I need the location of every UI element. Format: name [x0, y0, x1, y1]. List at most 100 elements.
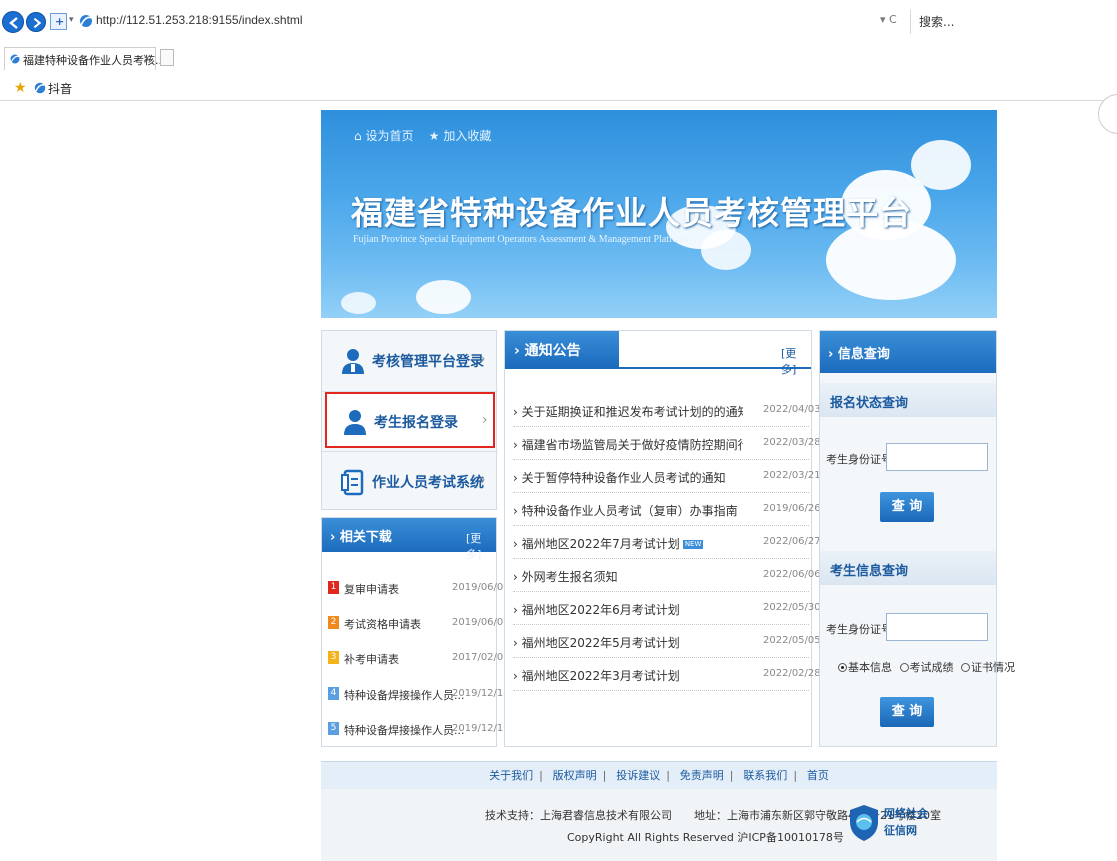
- downloads-title: › 相关下载: [330, 530, 392, 545]
- arrow-right-icon: [33, 17, 42, 29]
- home-icon: ⌂: [354, 129, 362, 143]
- query-panel: › 信息查询 报名状态查询 考生身份证号： 查 询 考生信息查询 考生身份证号：…: [819, 330, 1015, 747]
- notice-item[interactable]: › 福州地区2022年3月考试计划 2022/02/28: [513, 659, 821, 691]
- exam-system-link[interactable]: 作业人员考试系统 ›: [322, 452, 498, 510]
- notices-panel: › 通知公告 [更多] › 关于延期换证和推迟发布考试计划的的通知 2022/0…: [504, 330, 821, 747]
- separator: |: [539, 769, 543, 782]
- notice-date: 2022/02/28: [763, 668, 821, 679]
- footer-info: 技术支持：上海君睿信息技术有限公司 地址：上海市浦东新区郭守敬路498号21号楼…: [321, 789, 997, 861]
- download-date: 2019/12/10: [452, 723, 510, 734]
- notice-date: 2022/06/06: [763, 569, 821, 580]
- footer-link-contact[interactable]: 联系我们: [743, 769, 787, 782]
- ie-logo-icon: [80, 15, 93, 27]
- radio-certificate[interactable]: 证书情况: [961, 661, 1015, 674]
- notice-item[interactable]: › 外网考生报名须知 2022/06/06: [513, 560, 821, 592]
- notice-title: › 福建省市场监管局关于做好疫情防控期间行政许可...: [513, 436, 743, 453]
- status-id-input[interactable]: [886, 443, 988, 471]
- info-query-title: 考生信息查询: [830, 564, 909, 579]
- document-icon: [341, 469, 364, 496]
- footer-link-about[interactable]: 关于我们: [489, 769, 533, 782]
- badge-line: 网络社会: [884, 807, 928, 820]
- chevron-down-icon[interactable]: ▾: [69, 15, 74, 25]
- list-item[interactable]: 1 复审申请表 2019/06/03: [328, 578, 510, 598]
- ie-logo-icon: [34, 82, 46, 94]
- candidate-login-link[interactable]: 考生报名登录 ›: [325, 392, 495, 448]
- rank-badge: 4: [328, 687, 339, 700]
- user-icon: [342, 349, 364, 374]
- notice-item[interactable]: › 福州地区2022年5月考试计划 2022/05/05: [513, 626, 821, 658]
- list-item[interactable]: 2 考试资格申请表 2019/06/03: [328, 613, 510, 633]
- browser-tab[interactable]: 福建特种设备作业人员考核... ×: [4, 47, 166, 70]
- star-icon[interactable]: ★: [14, 80, 27, 96]
- url-input[interactable]: http://112.51.253.218:9155/index.shtml: [96, 13, 303, 27]
- list-item[interactable]: 3 补考申请表 2017/02/09: [328, 648, 510, 668]
- login-label: 考生报名登录: [374, 415, 458, 431]
- status-query-button[interactable]: 查 询: [880, 492, 934, 522]
- notice-title: › 福州地区2022年7月考试计划 NEW: [513, 537, 704, 551]
- close-icon[interactable]: ×: [142, 51, 152, 65]
- notice-item[interactable]: › 福州地区2022年7月考试计划 NEW 2022/06/27: [513, 527, 821, 559]
- status-query-title: 报名状态查询: [830, 396, 909, 411]
- radio-basic[interactable]: 基本信息: [838, 661, 892, 674]
- radio-dot: [838, 663, 847, 672]
- footer-link-disclaimer[interactable]: 免责声明: [680, 769, 724, 782]
- separator: |: [793, 769, 798, 782]
- footer-link-feedback[interactable]: 投诉建议: [616, 769, 660, 782]
- download-date: 2017/02/09: [452, 652, 510, 663]
- list-item[interactable]: 4 特种设备焊接操作人员... 2019/12/10: [328, 684, 510, 704]
- footer-link-home[interactable]: 首页: [807, 769, 829, 782]
- badge-line: 征信网: [884, 824, 917, 837]
- info-query-button[interactable]: 查 询: [880, 697, 934, 727]
- info-type-radios: 基本信息 考试成绩 证书情况: [838, 659, 1015, 675]
- notice-text: 外网考生报名须知: [521, 570, 618, 584]
- info-id-input[interactable]: [886, 613, 988, 641]
- notice-text: 特种设备作业人员考试（复审）办事指南: [521, 504, 738, 518]
- favorite-link[interactable]: 抖音: [48, 80, 72, 97]
- chevron-right-icon: ›: [482, 412, 488, 428]
- notice-item[interactable]: › 特种设备作业人员考试（复审）办事指南 2019/06/26: [513, 494, 821, 526]
- star-icon: ★: [428, 129, 440, 143]
- forward-button[interactable]: [26, 12, 46, 32]
- radio-score[interactable]: 考试成绩: [899, 661, 954, 674]
- list-item[interactable]: 5 特种设备焊接操作人员... 2019/12/10: [328, 719, 510, 739]
- notice-text: 关于暂停特种设备作业人员考试的通知: [521, 471, 726, 485]
- notice-date: 2022/05/30: [763, 602, 821, 613]
- radio-dot: [961, 663, 970, 672]
- notice-item[interactable]: › 福州地区2022年6月考试计划 2022/05/30: [513, 593, 821, 625]
- query-title-text: 信息查询: [837, 347, 890, 362]
- copyright-text: CopyRight All Rights Reserved 沪ICP备10010…: [567, 831, 844, 844]
- radio-label: 基本信息: [848, 661, 892, 674]
- chevron-right-icon: ›: [480, 472, 486, 488]
- refresh-button[interactable]: ▾ C: [880, 13, 897, 26]
- new-tab-button[interactable]: [160, 49, 174, 66]
- notice-text: 福建省市场监管局关于做好疫情防控期间行政许可...: [521, 438, 743, 452]
- notice-title: › 外网考生报名须知: [513, 570, 618, 584]
- notice-text: 福州地区2022年3月考试计划: [521, 669, 680, 683]
- set-home-link[interactable]: 设为首页: [365, 129, 413, 143]
- notices-more-link[interactable]: [更多]: [781, 345, 811, 377]
- rank-badge: 5: [328, 722, 339, 735]
- notices-title-text: 通知公告: [524, 343, 581, 359]
- downloads-more-link[interactable]: [更多]: [466, 530, 496, 562]
- shield-icon[interactable]: [847, 803, 881, 843]
- notices-title: › 通知公告: [514, 343, 581, 359]
- notice-text: 关于延期换证和推迟发布考试计划的的通知: [521, 405, 743, 419]
- search-input[interactable]: 搜索...: [910, 10, 1117, 34]
- radio-dot: [899, 663, 909, 672]
- query-title: › 信息查询: [828, 347, 890, 362]
- back-button[interactable]: [2, 11, 24, 33]
- add-favorite-link[interactable]: 加入收藏: [443, 129, 491, 143]
- downloads-title-text: 相关下载: [339, 530, 392, 545]
- notice-date: 2022/03/21: [763, 470, 821, 481]
- compat-view-icon[interactable]: +: [50, 13, 67, 30]
- notice-item[interactable]: › 福建省市场监管局关于做好疫情防控期间行政许可... 2022/03/28: [513, 428, 821, 460]
- download-title: 复审申请表: [344, 583, 399, 596]
- cloud-decoration: [416, 280, 471, 314]
- notice-item[interactable]: › 关于暂停特种设备作业人员考试的通知 2022/03/21: [513, 461, 821, 493]
- download-title: 特种设备焊接操作人员...: [344, 689, 465, 702]
- footer-link-copyright[interactable]: 版权声明: [553, 769, 597, 782]
- notice-item[interactable]: › 关于延期换证和推迟发布考试计划的的通知 2022/04/03: [513, 395, 821, 427]
- notice-text: 福州地区2022年6月考试计划: [521, 603, 680, 617]
- admin-login-link[interactable]: 考核管理平台登录 ›: [322, 331, 498, 389]
- notice-date: 2022/04/03: [763, 404, 821, 415]
